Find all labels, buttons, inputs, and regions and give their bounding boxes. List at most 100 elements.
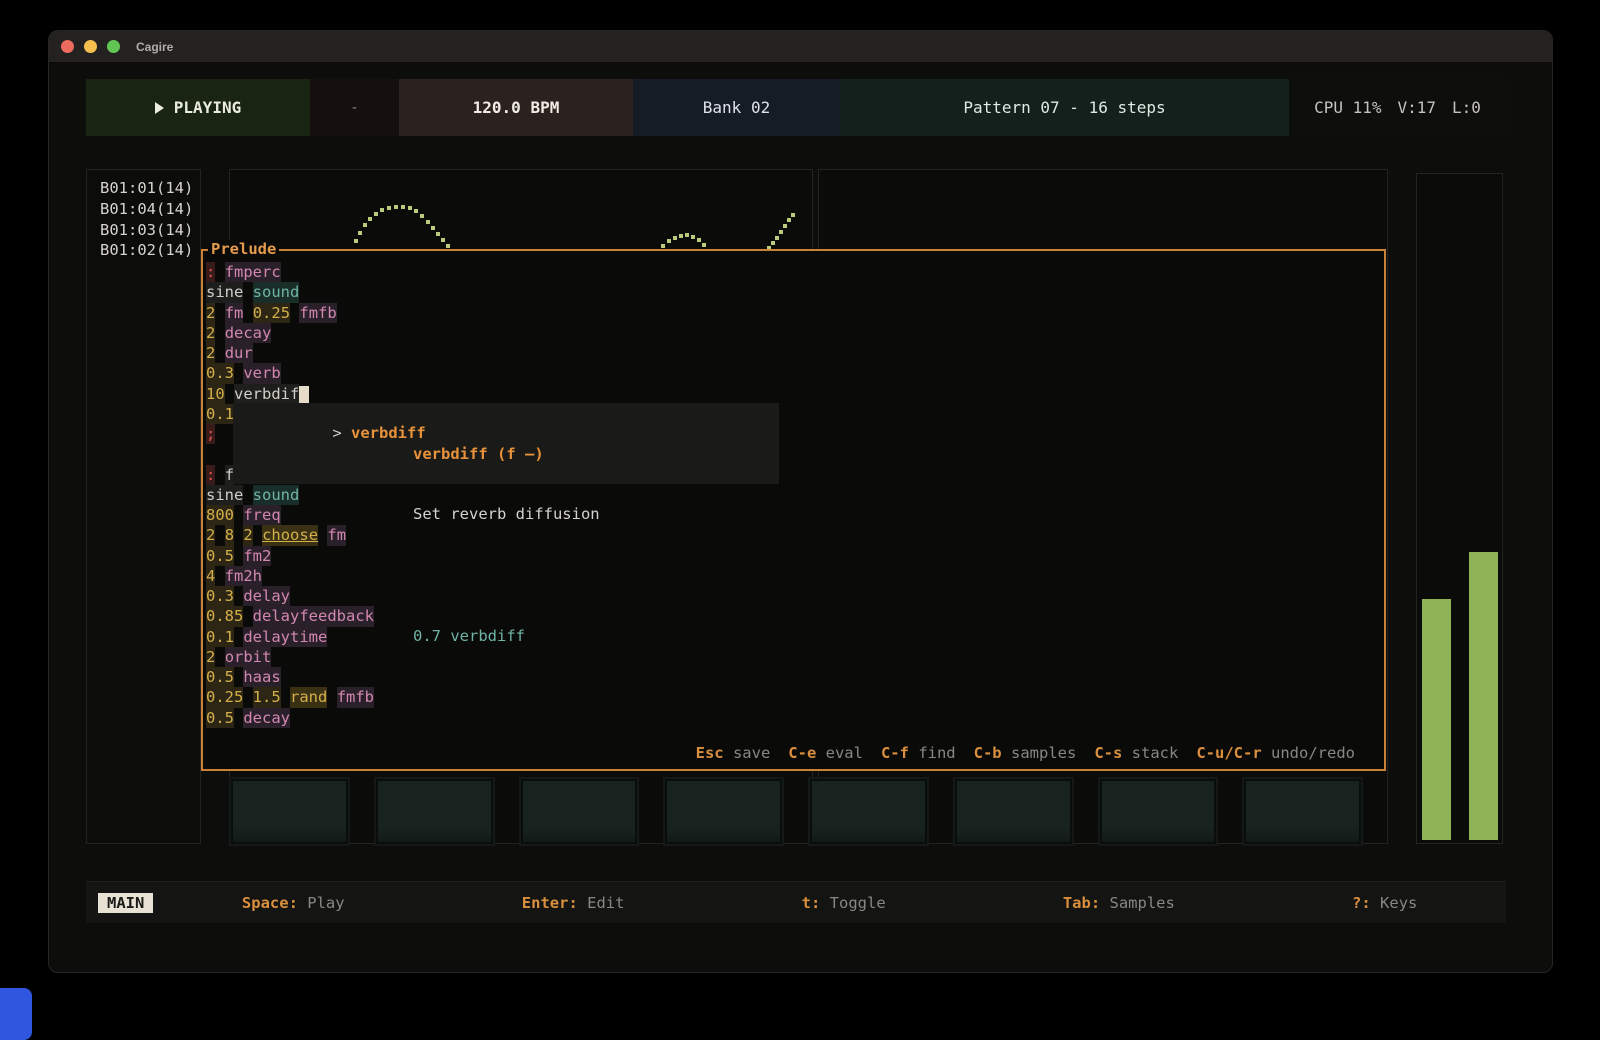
code-token: 0.1	[206, 627, 234, 647]
scope-dot	[387, 206, 391, 210]
statusbar-shortcut: Enter: Edit	[522, 894, 625, 912]
step-cell[interactable]	[376, 779, 493, 844]
hint-key: C-e	[788, 744, 816, 762]
scope-dot	[414, 209, 418, 213]
statusbar-shortcut: t: Toggle	[802, 894, 886, 912]
code-token: orbit	[225, 647, 272, 667]
code-token: 800	[206, 505, 234, 525]
bpm-display[interactable]: 120.0 BPM	[399, 79, 633, 136]
code-token	[234, 505, 243, 525]
step-cell[interactable]	[521, 779, 638, 844]
code-token: choose	[262, 525, 318, 545]
code-line: sine sound	[206, 282, 1381, 302]
hint-label: samples	[1011, 744, 1076, 762]
code-token: decay	[243, 708, 290, 728]
shortcut-label: Play	[307, 894, 344, 912]
code-line: 800 freq	[206, 505, 1381, 525]
minimize-window-button[interactable]	[84, 40, 97, 53]
code-token: 0.25	[206, 687, 243, 707]
scope-dot	[354, 239, 358, 243]
code-lines[interactable]: : fmpercsine sound2 fm 0.25 fmfb2 decay2…	[206, 262, 1381, 728]
statusbar-shortcut: Space: Play	[242, 894, 345, 912]
step-cell[interactable]	[955, 779, 1072, 844]
step-cell[interactable]	[810, 779, 927, 844]
editor-overlay[interactable]: Prelude : fmpercsine sound2 fm 0.25 fmfb…	[201, 249, 1386, 771]
pattern-slot[interactable]: B01:04(14)	[100, 199, 200, 220]
meter-panel	[1416, 173, 1503, 844]
shortcut-label: Samples	[1110, 894, 1175, 912]
code-token: 2	[206, 323, 215, 343]
editor-hint: C-e eval	[788, 744, 863, 762]
code-token	[215, 566, 224, 586]
code-token: 0.25	[253, 303, 290, 323]
text-cursor	[299, 386, 309, 403]
step-cell[interactable]	[231, 779, 348, 844]
pattern-slot[interactable]: B01:02(14)	[100, 240, 200, 261]
code-token: :	[206, 465, 215, 485]
editor-hint: C-u/C-r undo/redo	[1196, 744, 1355, 762]
scope-dot	[380, 208, 384, 212]
editor-hint: Esc save	[696, 744, 771, 762]
hint-label: undo/redo	[1271, 744, 1355, 762]
editor-title: Prelude	[208, 240, 279, 258]
step-cell[interactable]	[1244, 779, 1361, 844]
code-token	[234, 363, 243, 383]
code-line: 0.25 1.5 rand fmfb	[206, 687, 1381, 707]
hint-label: find	[918, 744, 955, 762]
code-token	[234, 708, 243, 728]
statusbar-shortcut: Tab: Samples	[1063, 894, 1175, 912]
code-line: 0.5 decay	[206, 708, 1381, 728]
transport-separator: -	[310, 79, 399, 136]
close-window-button[interactable]	[61, 40, 74, 53]
code-token	[318, 525, 327, 545]
code-line: 0.85 delayfeedback	[206, 606, 1381, 626]
code-line: 2 orbit	[206, 647, 1381, 667]
doc-description: Set reverb diffusion	[413, 504, 600, 524]
scope-dot	[426, 220, 430, 224]
scope-dot	[702, 243, 706, 247]
scope-dot	[679, 234, 683, 238]
zoom-window-button[interactable]	[107, 40, 120, 53]
code-line: 2 fm 0.25 fmfb	[206, 303, 1381, 323]
window-titlebar[interactable]: Cagire	[49, 31, 1552, 63]
scope-dot	[358, 231, 362, 235]
pattern-display[interactable]: Pattern 07 - 16 steps	[840, 79, 1289, 136]
pattern-slot[interactable]: B01:03(14)	[100, 220, 200, 241]
scope-dot	[368, 217, 372, 221]
code-line: 2 8 2 choose fm	[206, 525, 1381, 545]
code-line: 2 dur	[206, 343, 1381, 363]
hint-key: C-f	[881, 744, 909, 762]
shortcut-key: Space:	[242, 894, 298, 912]
code-token	[215, 303, 224, 323]
code-token: decay	[225, 323, 272, 343]
code-token: delaytime	[243, 627, 327, 647]
code-token: 2	[206, 525, 215, 545]
hint-key: C-s	[1094, 744, 1122, 762]
scope-dot	[441, 238, 445, 242]
code-token: fmfb	[337, 687, 374, 707]
scope-dot	[420, 214, 424, 218]
code-token: haas	[243, 667, 280, 687]
code-token: 2	[206, 647, 215, 667]
bank-display[interactable]: Bank 02	[633, 79, 840, 136]
code-line: : fmperc	[206, 262, 1381, 282]
play-state-label: PLAYING	[174, 98, 241, 117]
code-token: 2	[206, 303, 215, 323]
code-token	[215, 647, 224, 667]
dock-item[interactable]	[0, 988, 32, 1040]
desktop: Cagire PLAYING - 120.0 BPM Bank 02 Patte…	[0, 0, 1600, 1040]
code-token	[243, 687, 252, 707]
step-cell[interactable]	[665, 779, 782, 844]
step-cell[interactable]	[1100, 779, 1217, 844]
code-token: 2	[243, 525, 252, 545]
completion-item[interactable]: > verbdiff	[239, 403, 426, 464]
play-state-indicator[interactable]: PLAYING	[86, 79, 310, 136]
scope-dot	[446, 244, 450, 248]
scope-dot	[667, 239, 671, 243]
completion-doc: verbdiff (f —) Set reverb diffusion 0.7 …	[413, 403, 600, 687]
pattern-slot[interactable]: B01:01(14)	[100, 178, 200, 199]
code-token	[215, 343, 224, 363]
system-stats: CPU 11% V:17 L:0	[1289, 79, 1506, 136]
code-token	[281, 687, 290, 707]
scope-dot	[791, 213, 795, 217]
